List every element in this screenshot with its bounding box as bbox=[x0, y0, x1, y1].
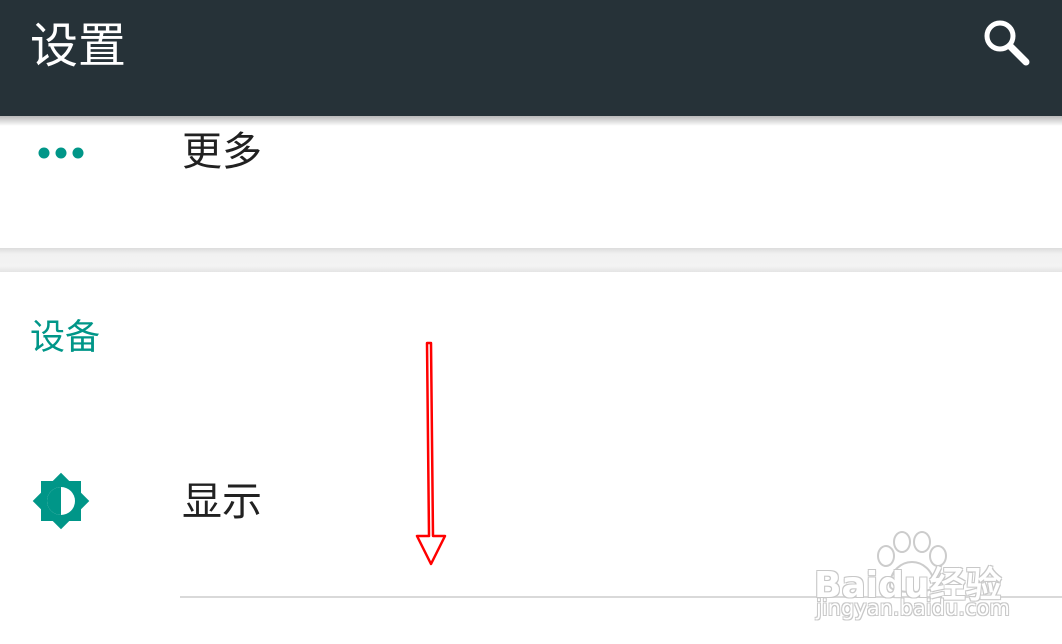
settings-item-more-label: 更多 bbox=[182, 129, 262, 175]
annotation-arrow bbox=[415, 341, 447, 566]
more-horiz-icon bbox=[38, 147, 84, 159]
section-header-device: 设备 bbox=[30, 318, 101, 358]
settings-item-display-label: 显示 bbox=[182, 479, 262, 525]
settings-item-more[interactable] bbox=[0, 116, 1062, 248]
page-title: 设置 bbox=[30, 18, 127, 74]
search-button[interactable] bbox=[976, 12, 1036, 72]
search-icon bbox=[984, 20, 1030, 66]
app-bar: 设置 bbox=[0, 0, 1062, 116]
baidu-watermark: Baidu经验 jingyan.baidu.com bbox=[812, 526, 1052, 626]
watermark-url: jingyan.baidu.com bbox=[816, 596, 1010, 620]
brightness-icon bbox=[32, 472, 90, 530]
section-divider bbox=[0, 248, 1062, 272]
